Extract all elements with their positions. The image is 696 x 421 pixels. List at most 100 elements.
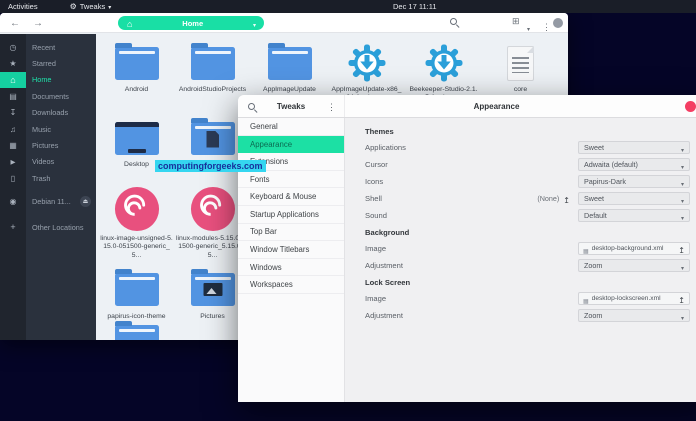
background-image-button[interactable]: desktop-background.xml [578,242,690,255]
lockscreen-adjustment-dropdown[interactable]: Zoom [578,309,690,322]
desktop-folder-icon [114,121,159,155]
folder-icon [114,269,159,306]
star-icon [0,55,26,71]
applications-theme-dropdown[interactable]: Sweet [578,141,690,154]
sidebar-item-other-locations[interactable]: Other Locations [0,219,96,235]
file-appimageupdate-appimage[interactable]: AppImageUpdate-x86_64.AppImage [330,41,403,103]
tweaks-item-general[interactable]: General [238,118,344,136]
icons-theme-dropdown[interactable]: Papirus-Dark [578,175,690,188]
file-android[interactable]: Android [100,41,173,94]
tweaks-item-keyboard-mouse[interactable]: Keyboard & Mouse [238,188,344,206]
sidebar-item-pictures[interactable]: Pictures [0,137,96,153]
tweaks-item-workspaces[interactable]: Workspaces [238,276,344,294]
sidebar-item-debian-volume[interactable]: Debian 11... [0,194,96,210]
folder-icon [267,43,312,80]
chevron-down-icon [681,207,684,225]
file-label: core [513,86,528,93]
tweaks-item-startup-applications[interactable]: Startup Applications [238,206,344,224]
download-icon [0,105,26,121]
cursor-theme-dropdown[interactable]: Adwaita (default) [578,158,690,171]
sound-theme-dropdown[interactable]: Default [578,209,690,222]
lockscreen-image-button[interactable]: desktop-lockscreen.xml [578,292,690,305]
trash-icon [0,170,26,186]
dropdown-value: Adwaita (default) [584,160,638,169]
sidebar-item-music[interactable]: Music [0,121,96,137]
document-icon [0,88,26,104]
file-label: Android [124,86,149,93]
shell-theme-dropdown[interactable]: Sweet [578,192,690,205]
dropdown-value: Default [584,211,607,220]
chevron-down-icon [681,190,684,208]
activities-button[interactable]: Activities [8,2,38,11]
section-heading-themes: Themes [365,126,394,136]
app-circle-icon[interactable] [553,18,563,28]
gear-icon [70,2,77,11]
sidebar-item-label: Pictures [32,141,59,151]
search-button[interactable] [450,18,457,25]
sidebar-item-downloads[interactable]: Downloads [0,105,96,121]
file-linux-image-deb[interactable]: linux-image-unsigned-5.15.0-051500-gener… [100,184,173,260]
video-icon [0,154,26,170]
appimage-gear-icon [348,44,385,82]
clock[interactable]: Dec 17 11:11 [393,2,437,11]
dropdown-value: Sweet [584,194,604,203]
file-beekeeper-studio[interactable]: Beekeeper-Studio-2.1.5.AppImage [407,41,480,103]
eject-button[interactable] [80,196,91,208]
file-papirus-icon-theme[interactable]: papirus-icon-theme [100,266,173,321]
tweaks-item-top-bar[interactable]: Top Bar [238,224,344,242]
row-background-adjustment: Adjustment Zoom [365,257,690,274]
sidebar-item-label: Recent [32,42,56,52]
sidebar-item-label: Starred [32,59,56,69]
forward-button[interactable] [33,13,43,33]
sidebar-item-label: Documents [32,91,69,101]
sidebar-item-documents[interactable]: Documents [0,88,96,104]
kebab-menu-icon[interactable] [327,97,336,115]
file-androidstudioprojects[interactable]: AndroidStudioProjects [176,41,249,94]
window-title: Tweaks [276,101,306,111]
page-glyph [206,130,219,148]
row-label: Sound [365,211,387,220]
upload-icon[interactable] [563,190,570,208]
file-appimageupdate-folder[interactable]: AppImageUpdate [253,41,326,94]
row-sound: Sound Default [365,207,690,224]
tweaks-item-windows[interactable]: Windows [238,259,344,277]
grid-view-button[interactable] [512,16,520,27]
chevron-down-icon [108,2,111,11]
menu-button[interactable] [542,17,551,35]
file-label: linux-image-unsigned-5.15.0-051500-gener… [100,235,173,259]
chevron-down-icon [681,139,684,157]
shell-none-label: (None) [537,194,560,203]
tweaks-item-fonts[interactable]: Fonts [238,171,344,189]
back-button[interactable] [10,13,20,33]
tweaks-item-window-titlebars[interactable]: Window Titlebars [238,241,344,259]
close-button[interactable] [685,101,696,112]
search-icon[interactable] [248,102,255,110]
row-label: Adjustment [365,261,403,270]
tweaks-item-appearance[interactable]: Appearance [238,135,344,154]
sidebar-item-starred[interactable]: Starred [0,55,96,71]
app-menu-button[interactable]: Tweaks [70,2,112,11]
sidebar-item-label: Downloads [32,108,69,118]
background-adjustment-dropdown[interactable]: Zoom [578,259,690,272]
row-label: Cursor [365,160,388,169]
picture-icon [0,137,26,153]
disk-icon [0,194,26,210]
chevron-down-icon [681,307,684,325]
panel-title: Appearance [473,101,520,111]
sidebar-item-recent[interactable]: Recent [0,39,96,55]
text-file-icon [507,45,534,81]
folder-icon [190,43,235,80]
row-icons: Icons Papirus-Dark [365,173,690,190]
row-label: Icons [365,177,384,186]
image-file-icon [583,290,589,308]
file-partial-folder[interactable] [100,319,173,340]
row-label: Image [365,294,387,303]
documents-folder-icon [190,118,235,155]
location-button[interactable]: Home [118,16,264,30]
tweaks-main-panel: Themes Applications Sweet Cursor Adwaita… [345,118,696,402]
sidebar-item-videos[interactable]: Videos [0,154,96,170]
file-core[interactable]: core [484,41,557,94]
sidebar-item-trash[interactable]: Trash [0,170,96,186]
file-manager-sidebar: Recent Starred Home Documents [0,34,96,340]
sidebar-item-home[interactable]: Home [0,71,96,89]
